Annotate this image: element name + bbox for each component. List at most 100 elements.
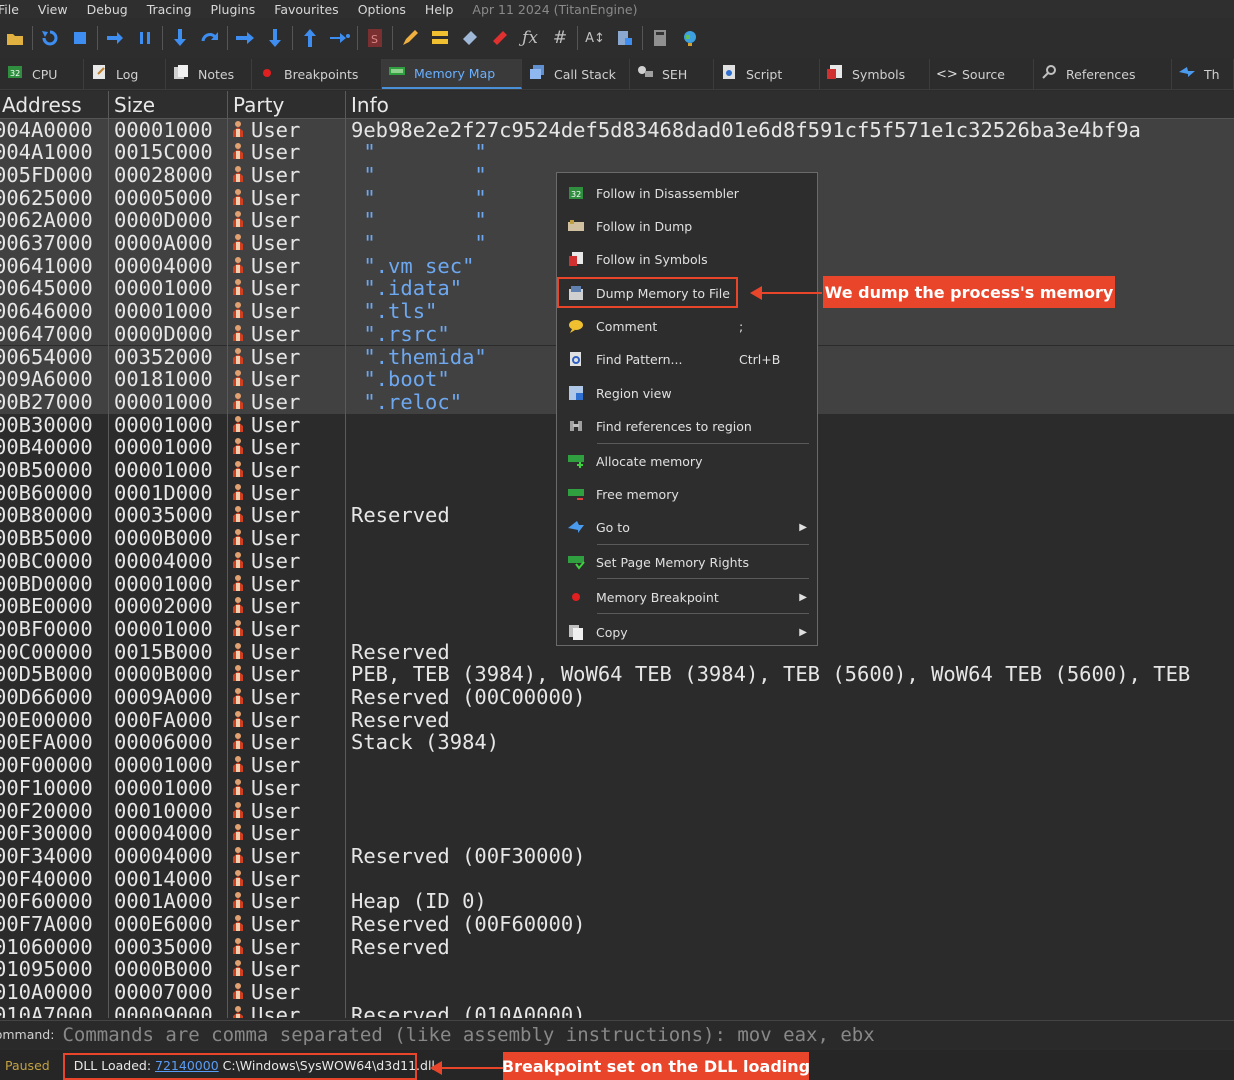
help-globe-icon[interactable]: [675, 25, 705, 51]
menu-item-region-view[interactable]: Region view: [557, 379, 817, 407]
tab-log[interactable]: Log: [84, 59, 166, 89]
menu-favourites[interactable]: Favourites: [274, 2, 338, 17]
label-toolbar-icon[interactable]: [455, 25, 485, 51]
table-row[interactable]: 00F00000 00001000 User: [0, 754, 1234, 777]
table-row[interactable]: 00F7A000 000E6000 User Reserved (00F60000): [0, 913, 1234, 936]
hash-icon[interactable]: #: [545, 25, 575, 51]
menu-item-allocate-memory[interactable]: Allocate memory: [557, 447, 817, 475]
tab-references[interactable]: References: [1034, 59, 1172, 89]
disassembler-icon: 32: [567, 185, 585, 201]
party-label: User: [251, 594, 301, 619]
pause-icon[interactable]: [130, 25, 160, 51]
info-cell: PEB, TEB (3984), WoW64 TEB (3984), TEB (…: [351, 662, 1191, 687]
trace-over-icon[interactable]: [260, 25, 290, 51]
menu-item-memory-breakpoint[interactable]: Memory Breakpoint ▶: [557, 583, 817, 611]
menu-view[interactable]: View: [38, 2, 68, 17]
user-icon: [231, 188, 245, 206]
table-row[interactable]: 00D66000 0009A000 User Reserved (00C00000): [0, 686, 1234, 709]
address-cell: 00E00000: [0, 707, 93, 732]
size-cell: 00001000: [114, 616, 213, 641]
tab-breakpoints[interactable]: Breakpoints: [252, 59, 382, 89]
column-header-party[interactable]: Party: [233, 93, 284, 117]
table-row[interactable]: 00F30000 00004000 User: [0, 822, 1234, 845]
step-over-icon[interactable]: [195, 25, 225, 51]
table-row[interactable]: 00D5B000 0000B000 User PEB, TEB (3984), WoW…: [0, 663, 1234, 686]
execute-till-return-icon[interactable]: [295, 25, 325, 51]
table-row[interactable]: 00E00000 000FA000 User Reserved: [0, 707, 1234, 732]
table-row[interactable]: 004A1000 0015C000 User " ": [0, 141, 1234, 164]
party-label: User: [251, 458, 301, 482]
step-into-icon[interactable]: [165, 25, 195, 51]
table-row[interactable]: 00F34000 00004000 User Reserved (00F30000): [0, 845, 1234, 868]
run-icon[interactable]: [100, 25, 130, 51]
table-row[interactable]: 00EFA000 00006000 User Stack (3984): [0, 731, 1234, 754]
table-row[interactable]: 00F40000 00014000 User: [0, 867, 1234, 891]
open-icon[interactable]: [0, 25, 30, 51]
tab-symbols[interactable]: Symbols: [820, 59, 930, 89]
restart-icon[interactable]: [35, 25, 65, 51]
column-header-size[interactable]: Size: [114, 93, 155, 117]
tab-cpu[interactable]: 32 CPU: [0, 59, 84, 89]
patch-icon[interactable]: [395, 25, 425, 51]
table-row[interactable]: 010A7000 00009000 User Reserved (010A0000): [0, 1002, 1234, 1018]
user-icon: [231, 120, 245, 138]
tab-th[interactable]: Th: [1172, 59, 1234, 89]
column-header-info[interactable]: Info: [351, 93, 389, 117]
menu-item-go-to[interactable]: Go to ▶: [557, 513, 817, 541]
scylla-icon[interactable]: S: [360, 25, 390, 51]
size-cell: 00002000: [114, 594, 213, 619]
table-row[interactable]: 004A0000 00001000 User 9eb98e2e2f27c9524def…: [0, 118, 1234, 142]
menu-item-follow-in-symbols[interactable]: Follow in Symbols: [557, 245, 817, 273]
table-row[interactable]: 00F10000 00001000 User: [0, 776, 1234, 800]
info-cell: Reserved: [351, 503, 450, 528]
menu-options[interactable]: Options: [358, 2, 406, 17]
comment-toolbar-icon[interactable]: [425, 25, 455, 51]
font-icon[interactable]: A↕: [580, 25, 610, 51]
tab-source[interactable]: <> Source: [930, 59, 1034, 89]
party-label: User: [251, 912, 301, 936]
menu-item-copy[interactable]: Copy ▶: [557, 618, 817, 646]
calculator-icon[interactable]: [645, 25, 675, 51]
menu-item-find-pattern[interactable]: Find Pattern... Ctrl+B: [557, 345, 817, 373]
column-divider[interactable]: [227, 91, 228, 1018]
trace-into-icon[interactable]: [230, 25, 260, 51]
party-cell: User: [231, 345, 300, 369]
info-cell: " ": [351, 162, 487, 187]
tab-memory-map[interactable]: Memory Map: [382, 59, 522, 89]
tab-seh[interactable]: SEH: [630, 59, 714, 89]
menu-item-find-references-to-region[interactable]: Find references to region: [557, 412, 817, 440]
bookmark-toolbar-icon[interactable]: [485, 25, 515, 51]
tab-call-stack[interactable]: Call Stack: [522, 59, 630, 89]
party-cell: User: [231, 981, 300, 1004]
tab-label: References: [1066, 66, 1136, 82]
table-row[interactable]: 00F60000 0001A000 User Heap (ID 0): [0, 890, 1234, 913]
menu-item-follow-in-dump[interactable]: Follow in Dump: [557, 212, 817, 240]
function-icon[interactable]: ƒx: [515, 25, 545, 51]
command-input[interactable]: [62, 1023, 1233, 1046]
menu-item-follow-in-disassembler[interactable]: 32 Follow in Disassembler: [557, 179, 817, 207]
column-divider[interactable]: [108, 91, 109, 1018]
menu-help[interactable]: Help: [425, 2, 454, 17]
tab-script[interactable]: Script: [714, 59, 820, 89]
menu-debug[interactable]: Debug: [87, 2, 128, 17]
table-row[interactable]: 01060000 00035000 User Reserved: [0, 935, 1234, 959]
menu-file[interactable]: File: [0, 2, 19, 17]
menu-plugins[interactable]: Plugins: [211, 2, 256, 17]
column-divider[interactable]: [345, 91, 346, 1018]
info-cell: Reserved (010A0000): [351, 1002, 586, 1018]
strings-icon[interactable]: [610, 25, 640, 51]
stop-icon[interactable]: [65, 25, 95, 51]
menu-tracing[interactable]: Tracing: [147, 2, 192, 17]
user-icon: [231, 959, 245, 977]
tab-notes[interactable]: Notes: [166, 59, 252, 89]
table-row[interactable]: 00F20000 00010000 User: [0, 799, 1234, 823]
menu-item-free-memory[interactable]: Free memory: [557, 480, 817, 508]
toolbar-divider: [162, 26, 163, 50]
table-row[interactable]: 010A0000 00007000 User: [0, 981, 1234, 1004]
run-to-user-code-icon[interactable]: [325, 25, 355, 51]
debug-state: Paused: [5, 1057, 50, 1073]
column-header-address[interactable]: Address: [2, 93, 82, 117]
menu-item-comment[interactable]: Comment;: [557, 312, 817, 340]
menu-item-set-page-memory-rights[interactable]: Set Page Memory Rights: [557, 548, 817, 576]
table-row[interactable]: 01095000 0000B000 User: [0, 958, 1234, 981]
